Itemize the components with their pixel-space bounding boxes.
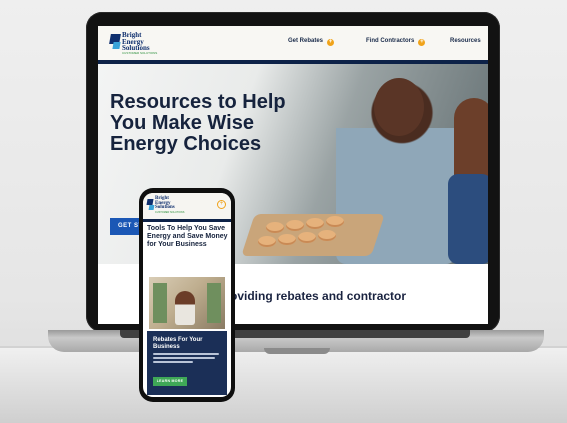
bun bbox=[278, 234, 296, 245]
phone-logo-text: Bright Energy Solutions bbox=[155, 196, 175, 211]
nav-find-contractors[interactable]: Find Contractors + bbox=[366, 38, 426, 46]
rebates-card-title: Rebates For Your Business bbox=[153, 337, 203, 350]
photo-plant bbox=[207, 283, 221, 323]
text-line bbox=[153, 361, 193, 363]
laptop-notch bbox=[264, 348, 330, 354]
rebates-card: Rebates For Your Business LEARN MORE bbox=[147, 331, 227, 395]
photo-person bbox=[175, 291, 195, 325]
logo-mark-accent-icon bbox=[112, 42, 121, 49]
hero-title: Resources to Help You Make Wise Energy C… bbox=[110, 91, 286, 155]
nav-resources[interactable]: Resources bbox=[450, 38, 481, 44]
phone-header: Bright Energy Solutions CUSTOMER SOLUTIO… bbox=[143, 193, 231, 220]
plus-icon: + bbox=[327, 39, 335, 46]
bun bbox=[266, 222, 284, 233]
logo[interactable]: Bright Energy Solutions CUSTOMER SOLUTIO… bbox=[109, 31, 164, 55]
plus-icon: + bbox=[418, 39, 426, 46]
nav-label: Find Contractors bbox=[366, 38, 415, 44]
table-surface bbox=[0, 346, 567, 423]
logo-tagline: CUSTOMER SOLUTIONS bbox=[122, 51, 158, 55]
phone-logo[interactable]: Bright Energy Solutions CUSTOMER SOLUTIO… bbox=[146, 196, 185, 215]
learn-more-button[interactable]: LEARN MORE bbox=[153, 377, 187, 386]
phone-hero-photo bbox=[149, 277, 225, 329]
photo-plant bbox=[153, 283, 167, 323]
text-line bbox=[153, 357, 215, 359]
nav-label: Resources bbox=[450, 38, 481, 44]
hero-photo-face bbox=[374, 78, 424, 136]
rebates-card-body bbox=[153, 353, 221, 369]
logo-text: Bright Energy Solutions bbox=[122, 31, 150, 52]
hero-photo-child-shirt bbox=[448, 174, 488, 264]
bun bbox=[318, 230, 336, 241]
bun bbox=[306, 218, 324, 229]
phone-hero-title: Tools To Help You Save Energy and Save M… bbox=[147, 225, 228, 248]
bun bbox=[286, 220, 304, 231]
nav-get-rebates[interactable]: Get Rebates + bbox=[288, 38, 335, 46]
menu-plus-icon[interactable]: + bbox=[217, 200, 226, 209]
phone-nav-strip bbox=[143, 219, 231, 222]
phone-logo-tagline: CUSTOMER SOLUTIONS bbox=[155, 211, 185, 214]
logo-mark-accent-icon bbox=[148, 205, 155, 210]
nav-label: Get Rebates bbox=[288, 38, 324, 44]
bun bbox=[326, 216, 344, 227]
bun bbox=[258, 236, 276, 247]
text-line bbox=[153, 353, 219, 355]
phone-screen: Bright Energy Solutions CUSTOMER SOLUTIO… bbox=[143, 193, 231, 397]
hero-subline: oviding rebates and contractor bbox=[230, 289, 407, 303]
site-header: Bright Energy Solutions CUSTOMER SOLUTIO… bbox=[98, 26, 488, 61]
bun bbox=[298, 232, 316, 243]
